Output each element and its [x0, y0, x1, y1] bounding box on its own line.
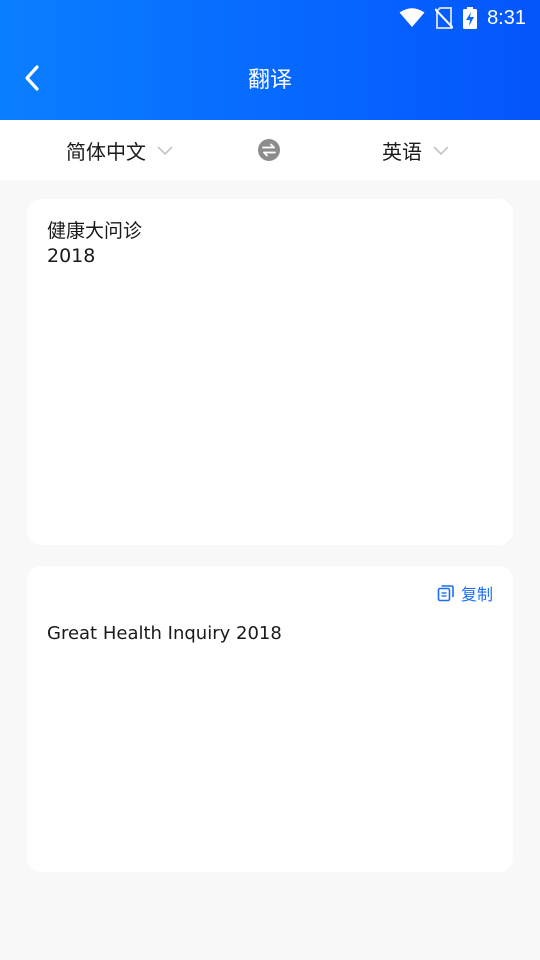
- translated-text: Great Health Inquiry 2018: [47, 623, 282, 644]
- status-time: 8:31: [487, 6, 526, 29]
- chevron-down-icon: [157, 146, 173, 156]
- source-text-card[interactable]: 健康大问诊 2018: [27, 199, 513, 545]
- language-bar: 简体中文 英语: [0, 120, 540, 180]
- page-title: 翻译: [247, 68, 292, 93]
- copy-label: 复制: [460, 585, 493, 604]
- no-sim-icon: [435, 7, 454, 29]
- app-header: 8:31 翻译: [0, 0, 540, 120]
- source-language-selector[interactable]: 简体中文: [66, 120, 174, 180]
- target-language-label: 英语: [382, 139, 422, 164]
- copy-button[interactable]: 复制: [437, 581, 493, 605]
- swap-arrows-icon[interactable]: [257, 138, 281, 162]
- source-text[interactable]: 健康大问诊 2018: [47, 219, 493, 269]
- translation-result-card: 复制 Great Health Inquiry 2018: [27, 566, 513, 872]
- copy-icon: [437, 584, 454, 601]
- source-language-label: 简体中文: [66, 139, 146, 164]
- wifi-icon: [399, 8, 425, 27]
- target-language-selector[interactable]: 英语: [382, 120, 450, 180]
- battery-charging-icon: [463, 7, 478, 29]
- status-icons: 8:31: [399, 4, 526, 32]
- status-bar: 8:31: [0, 0, 540, 36]
- chevron-down-icon: [433, 146, 449, 156]
